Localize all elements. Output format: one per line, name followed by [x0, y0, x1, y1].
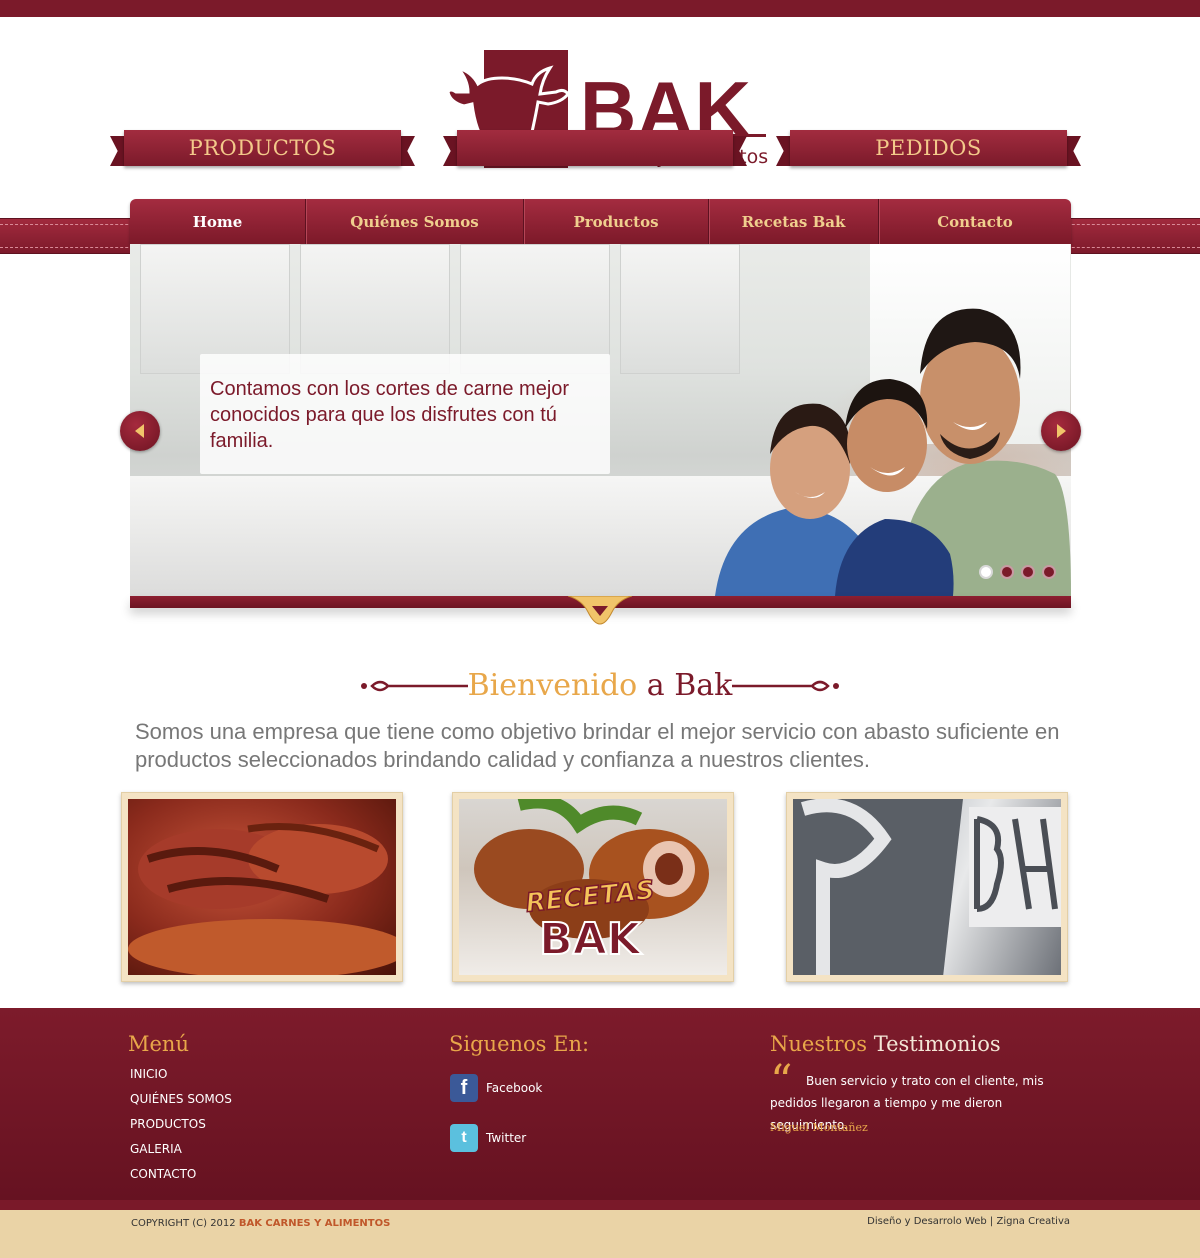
- main-nav: Home Quiénes Somos Productos Recetas Bak…: [130, 199, 1071, 244]
- nav-contacto[interactable]: Contacto: [879, 199, 1071, 244]
- twitter-icon: t: [450, 1124, 478, 1152]
- slider-dot-2[interactable]: [1000, 565, 1014, 579]
- arrow-left-icon: [135, 424, 144, 438]
- footer-menu: INICIO QUIÉNES SOMOS PRODUCTOS GALERIA C…: [130, 1066, 232, 1191]
- family-photo: [715, 308, 1071, 596]
- ribbon-pedidos: PEDIDOS: [776, 130, 1081, 166]
- flourish-right-icon: [732, 680, 839, 692]
- design-credits[interactable]: Diseño y Desarrolo Web | Zigna Creativa: [867, 1216, 1070, 1227]
- nav-home[interactable]: Home: [130, 199, 306, 244]
- testimonials-title-part1: Nuestros: [770, 1032, 868, 1056]
- hero-caption-box: Contamos con los cortes de carne mejor c…: [200, 354, 610, 474]
- intro-paragraph: Somos una empresa que tiene como objetiv…: [135, 719, 1060, 772]
- card-label-pedidos: PEDIDOS: [790, 130, 1067, 166]
- card-label-recetas: [457, 130, 733, 166]
- social-twitter-label: Twitter: [486, 1131, 527, 1145]
- ribbon-productos: PRODUCTOS: [110, 130, 415, 166]
- slider-dot-3[interactable]: [1021, 565, 1035, 579]
- truck-photo: [793, 799, 1061, 975]
- footer-link-productos[interactable]: PRODUCTOS: [130, 1116, 232, 1141]
- slider-dot-1[interactable]: [979, 565, 993, 579]
- card-label-productos: PRODUCTOS: [124, 130, 401, 166]
- slider-next-button[interactable]: [1041, 411, 1081, 451]
- card-pedidos[interactable]: [786, 792, 1068, 982]
- footer-link-inicio[interactable]: INICIO: [130, 1066, 232, 1091]
- footer-menu-title: Menú: [128, 1032, 189, 1056]
- recetas-bak-badge: RECETAS BAK: [510, 875, 670, 972]
- bottom-bar: [0, 1200, 1200, 1258]
- slider-dot-4[interactable]: [1042, 565, 1056, 579]
- nav-quienes-somos[interactable]: Quiénes Somos: [306, 199, 524, 244]
- nav-productos[interactable]: Productos: [524, 199, 709, 244]
- testimonial-author: Miguel Montañez: [770, 1121, 868, 1134]
- social-twitter[interactable]: t Twitter: [450, 1124, 526, 1152]
- nav-recetas-bak[interactable]: Recetas Bak: [709, 199, 879, 244]
- footer-link-galeria[interactable]: GALERIA: [130, 1141, 232, 1166]
- social-facebook-label: Facebook: [486, 1081, 543, 1095]
- copyright: COPYRIGHT (C) 2012 BAK CARNES Y ALIMENTO…: [131, 1218, 390, 1229]
- footer-social-title-part1: Siguenos: [449, 1032, 547, 1056]
- facebook-icon: f: [450, 1074, 478, 1102]
- badge-line2: BAK: [538, 914, 642, 965]
- meat-photo: [128, 799, 396, 975]
- footer-testimonials-title: Nuestros Testimonios: [770, 1032, 1001, 1056]
- copyright-prefix: COPYRIGHT (C) 2012: [131, 1218, 236, 1229]
- copyright-brand[interactable]: BAK CARNES Y ALIMENTOS: [239, 1218, 390, 1229]
- footer-menu-title-text: Menú: [128, 1032, 189, 1056]
- welcome-heading: Bienvenido a Bak: [360, 668, 840, 708]
- footer-link-quienes-somos[interactable]: QUIÉNES SOMOS: [130, 1091, 232, 1116]
- scroll-down-icon[interactable]: [568, 596, 632, 626]
- testimonials-title-part2: Testimonios: [873, 1032, 1001, 1056]
- ribbon-recetas: [443, 130, 747, 166]
- footer-link-contacto[interactable]: CONTACTO: [130, 1166, 232, 1191]
- social-facebook[interactable]: f Facebook: [450, 1074, 542, 1102]
- delivery-truck-image: [793, 799, 1061, 975]
- footer-social-title: Siguenos En:: [449, 1032, 589, 1056]
- footer-social-title-part2: En:: [553, 1032, 590, 1056]
- hero-caption: Contamos con los cortes de carne mejor c…: [210, 378, 570, 452]
- top-bar: [0, 0, 1200, 17]
- hero-slider: Contamos con los cortes de carne mejor c…: [130, 244, 1071, 596]
- welcome-title-part1: Bienvenido: [467, 668, 638, 703]
- slider-prev-button[interactable]: [120, 411, 160, 451]
- arrow-right-icon: [1057, 424, 1066, 438]
- slider-dots: [979, 565, 1056, 579]
- grilled-meat-image: [128, 823, 396, 975]
- card-productos[interactable]: [121, 792, 403, 982]
- welcome-title-part2: a Bak: [646, 668, 733, 703]
